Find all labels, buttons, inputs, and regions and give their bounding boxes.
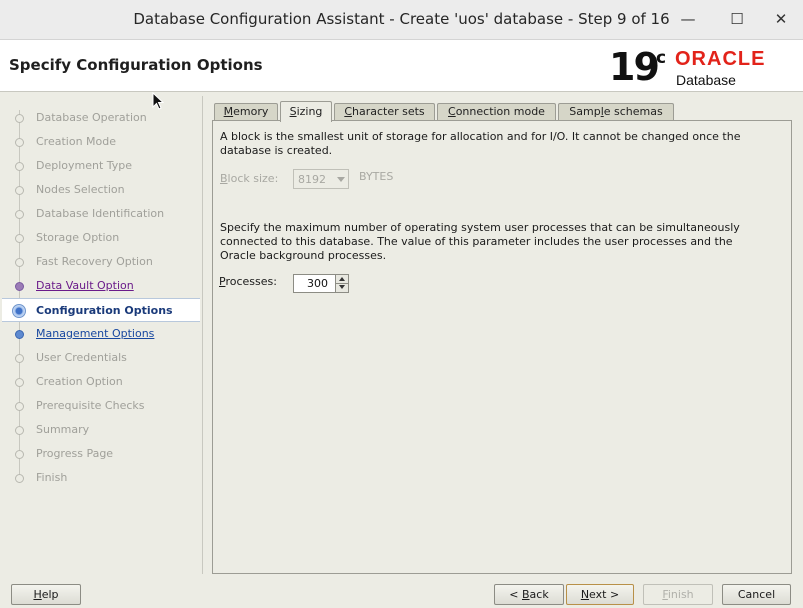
brand-version: 19 (609, 45, 660, 89)
processes-input[interactable] (294, 275, 334, 292)
processes-stepper[interactable] (293, 274, 349, 293)
tab-connection-mode[interactable]: Connection mode (437, 103, 556, 121)
help-button[interactable]: Help (11, 584, 81, 605)
nav-step-label: Creation Option (36, 375, 123, 388)
chevron-down-icon (337, 177, 345, 182)
nav-step-label: Data Vault Option (36, 279, 134, 292)
step-indicator-icon (15, 258, 24, 267)
nav-step-label: Storage Option (36, 231, 120, 244)
nav-step-nodes-selection: Nodes Selection (2, 178, 200, 202)
nav-step-label: Database Identification (36, 207, 165, 220)
page-header: Specify Configuration Options 19 c ORACL… (0, 40, 803, 92)
nav-step-creation-mode: Creation Mode (2, 130, 200, 154)
nav-step-management-options[interactable]: Management Options (2, 322, 200, 346)
processes-description-line: connected to this database. The value of… (220, 235, 733, 248)
nav-step-creation-option: Creation Option (2, 370, 200, 394)
processes-description: Specify the maximum number of operating … (220, 221, 780, 263)
nav-step-label: Prerequisite Checks (36, 399, 145, 412)
nav-step-prerequisite-checks: Prerequisite Checks (2, 394, 200, 418)
spinner-down-icon[interactable] (339, 285, 345, 289)
spinner-up-icon[interactable] (339, 277, 345, 281)
step-indicator-icon (15, 354, 24, 363)
tab-sample-schemas[interactable]: Sample schemas (558, 103, 674, 121)
tab-memory[interactable]: Memory (214, 103, 278, 121)
step-indicator-icon (15, 474, 24, 483)
nav-step-finish: Finish (2, 466, 200, 490)
nav-step-label: Configuration Options (36, 304, 173, 317)
nav-step-label: Finish (36, 471, 68, 484)
brand-name: ORACLE (675, 48, 766, 70)
processes-stepper-buttons[interactable] (335, 275, 348, 292)
processes-label: Processes: (219, 275, 277, 288)
nav-step-label: Database Operation (36, 111, 147, 124)
step-indicator-icon (15, 114, 24, 123)
step-indicator-icon (15, 330, 24, 339)
oracle-logo: 19 c ORACLE Database (609, 45, 789, 89)
minimize-button[interactable]: — (676, 8, 700, 30)
processes-description-line: Oracle background processes. (220, 249, 387, 262)
step-indicator-icon (15, 162, 24, 171)
block-size-description: A block is the smallest unit of storage … (220, 130, 780, 158)
block-size-select[interactable]: 8192 (293, 169, 349, 189)
brand-product: Database (676, 72, 736, 88)
maximize-button[interactable]: ☐ (725, 8, 749, 30)
nav-step-label: Fast Recovery Option (36, 255, 153, 268)
nav-step-deployment-type: Deployment Type (2, 154, 200, 178)
nav-step-summary: Summary (2, 418, 200, 442)
cancel-button[interactable]: Cancel (722, 584, 791, 605)
block-size-description-line: A block is the smallest unit of storage … (220, 130, 741, 143)
nav-step-progress-page: Progress Page (2, 442, 200, 466)
step-navigation: Database Operation Creation Mode Deploymen… (2, 96, 202, 574)
step-indicator-icon (15, 426, 24, 435)
brand-version-sup: c (656, 48, 667, 68)
finish-button[interactable]: Finish (643, 584, 713, 605)
nav-step-database-identification: Database Identification (2, 202, 200, 226)
step-indicator-icon (15, 210, 24, 219)
tab-character-sets[interactable]: Character sets (334, 103, 435, 121)
step-indicator-icon (15, 402, 24, 411)
nav-step-data-vault-option[interactable]: Data Vault Option (2, 274, 200, 298)
nav-divider (202, 96, 203, 574)
block-size-unit: BYTES (359, 170, 394, 183)
nav-step-label: Summary (36, 423, 90, 436)
block-size-description-line: database is created. (220, 144, 333, 157)
back-button[interactable]: < Back (494, 584, 564, 605)
nav-step-label: Management Options (36, 327, 155, 340)
nav-step-label: Deployment Type (36, 159, 133, 172)
tab-sizing[interactable]: Sizing (280, 101, 332, 122)
nav-step-user-credentials: User Credentials (2, 346, 200, 370)
step-indicator-icon (15, 138, 24, 147)
step-indicator-icon (15, 378, 24, 387)
nav-step-label: Nodes Selection (36, 183, 125, 196)
block-size-value: 8192 (298, 173, 326, 186)
close-button[interactable]: ✕ (769, 8, 793, 30)
step-indicator-icon (12, 304, 26, 318)
nav-step-configuration-options[interactable]: Configuration Options (2, 298, 200, 322)
processes-description-line: Specify the maximum number of operating … (220, 221, 740, 234)
nav-step-database-operation: Database Operation (2, 106, 200, 130)
block-size-label: Block size: (220, 172, 279, 185)
nav-step-label: Creation Mode (36, 135, 117, 148)
window-titlebar: Database Configuration Assistant - Creat… (0, 0, 803, 40)
page-title: Specify Configuration Options (9, 56, 263, 74)
nav-step-label: User Credentials (36, 351, 127, 364)
next-button[interactable]: Next > (566, 584, 634, 605)
nav-step-fast-recovery-option: Fast Recovery Option (2, 250, 200, 274)
nav-step-storage-option: Storage Option (2, 226, 200, 250)
step-indicator-icon (15, 186, 24, 195)
step-indicator-icon (15, 450, 24, 459)
step-indicator-icon (15, 282, 24, 291)
nav-step-label: Progress Page (36, 447, 114, 460)
step-indicator-icon (15, 234, 24, 243)
